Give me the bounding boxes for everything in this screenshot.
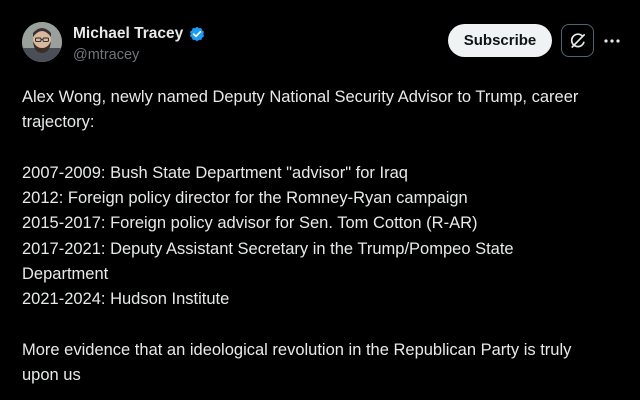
subscribe-button[interactable]: Subscribe bbox=[448, 24, 552, 57]
more-options-button[interactable] bbox=[602, 31, 622, 51]
grok-button[interactable] bbox=[561, 24, 594, 57]
tweet-card: Michael Tracey @mtracey Subscribe Alex W… bbox=[0, 0, 640, 400]
tweet-text-line: upon us bbox=[22, 366, 81, 385]
tweet-text-line: 2021-2024: Hudson Institute bbox=[22, 290, 230, 309]
tweet-text-line: trajectory: bbox=[22, 113, 95, 132]
avatar[interactable] bbox=[22, 22, 62, 62]
tweet-blank-line bbox=[22, 313, 622, 338]
tweet-blank-line bbox=[22, 136, 622, 161]
author-display-name[interactable]: Michael Tracey bbox=[73, 25, 183, 43]
grok-icon bbox=[570, 32, 585, 48]
tweet-text-line: 2015-2017: Foreign policy advisor for Se… bbox=[22, 214, 478, 233]
tweet-text-line: More evidence that an ideological revolu… bbox=[22, 340, 572, 359]
tweet-text-line: Department bbox=[22, 265, 109, 284]
tweet-text-line: 2007-2009: Bush State Department "adviso… bbox=[22, 163, 408, 182]
tweet-text: Alex Wong, newly named Deputy National S… bbox=[22, 85, 622, 389]
tweet-text-line: 2017-2021: Deputy Assistant Secretary in… bbox=[22, 239, 514, 258]
tweet-text-line: Alex Wong, newly named Deputy National S… bbox=[22, 88, 579, 106]
verified-badge-icon[interactable] bbox=[188, 25, 206, 43]
author-handle[interactable]: @mtracey bbox=[73, 47, 139, 63]
more-dots-icon bbox=[604, 39, 620, 43]
author-name-row[interactable]: Michael Tracey bbox=[73, 24, 206, 44]
bearded-man-avatar-icon bbox=[22, 22, 62, 62]
tweet-text-line: 2012: Foreign policy director for the Ro… bbox=[22, 189, 468, 208]
